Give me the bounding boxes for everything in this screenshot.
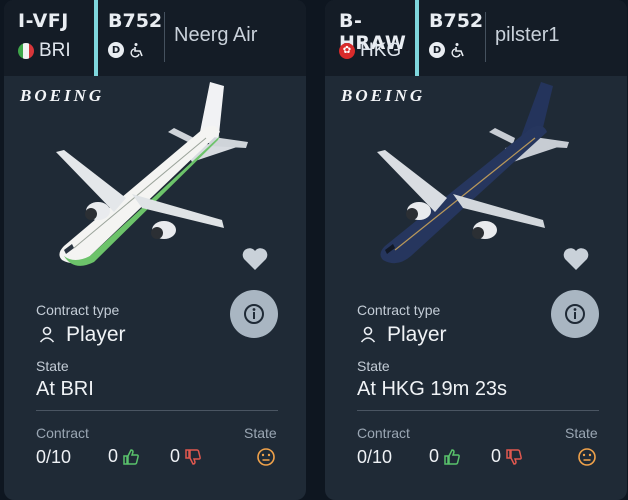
- owner-name[interactable]: Neerg Air: [174, 24, 257, 47]
- base-airport: BRI: [39, 40, 71, 61]
- state-value: At BRI: [36, 378, 94, 400]
- dislikes-counter[interactable]: 0: [491, 446, 523, 467]
- footer-contract-value: 0/10: [357, 447, 393, 467]
- state-label: State: [36, 358, 69, 374]
- base-airport: HKG: [360, 40, 402, 61]
- dislikes-count: 0: [491, 446, 502, 466]
- dislikes-counter[interactable]: 0: [170, 446, 202, 467]
- heart-icon[interactable]: [241, 246, 269, 272]
- dislikes-count: 0: [170, 446, 181, 466]
- aircraft-image: [377, 82, 569, 264]
- feature-icons: D: [108, 42, 146, 58]
- header-divider: [164, 12, 165, 62]
- likes-counter[interactable]: 0: [108, 446, 140, 467]
- hong-kong-flag-icon: ✿: [339, 43, 355, 59]
- thumbs-down-icon: [185, 448, 201, 465]
- header-divider: [485, 12, 486, 62]
- aircraft-type: B752: [429, 10, 484, 32]
- aircraft-card[interactable]: B-HRAW ✿ HKG B752 D pilster1 BOEING Cont…: [325, 0, 627, 500]
- footer-contract-label: Contract: [357, 425, 410, 441]
- italy-flag-icon: [18, 43, 34, 59]
- header-accent-divider: [415, 0, 419, 76]
- info-icon: [565, 304, 585, 324]
- aircraft-type: B752: [108, 10, 163, 32]
- footer-contract-value: 0/10: [36, 447, 72, 467]
- thumbs-down-icon: [506, 448, 522, 465]
- aircraft-image: [56, 82, 248, 266]
- footer-contract-label: Contract: [36, 425, 89, 441]
- aircraft-type-block: B752 D: [108, 0, 168, 76]
- d-badge-icon: D: [429, 42, 445, 58]
- card-header: I-VFJ BRI B752 D Neerg Air: [4, 0, 306, 76]
- contract-type-row: Player: [359, 323, 447, 347]
- wheelchair-icon: [451, 43, 464, 58]
- likes-count: 0: [108, 446, 119, 466]
- footer-state-label: State: [565, 425, 598, 441]
- contract-type-value: Player: [387, 323, 447, 346]
- contract-type-label: Contract type: [357, 302, 441, 318]
- aircraft-type-block: B752 D: [429, 0, 489, 76]
- state-value: At HKG 19m 23s: [357, 378, 508, 400]
- registration: I-VFJ: [18, 10, 69, 32]
- info-button[interactable]: [551, 290, 599, 338]
- footer-state-label: State: [244, 425, 277, 441]
- header-accent-divider: [94, 0, 98, 76]
- thumbs-up-icon: [444, 448, 460, 465]
- contract-type-value: Player: [66, 323, 126, 346]
- neutral-face-icon: [257, 448, 275, 466]
- section-divider: [357, 410, 599, 411]
- contract-type-label: Contract type: [36, 302, 120, 318]
- wheelchair-icon: [130, 43, 143, 58]
- person-icon: [360, 326, 376, 343]
- d-badge-icon: D: [108, 42, 124, 58]
- likes-counter[interactable]: 0: [429, 446, 461, 467]
- section-divider: [36, 410, 278, 411]
- neutral-face-icon: [578, 448, 596, 466]
- feature-icons: D: [429, 42, 467, 58]
- person-icon: [39, 326, 55, 343]
- card-header: B-HRAW ✿ HKG B752 D pilster1: [325, 0, 627, 76]
- contract-type-row: Player: [38, 323, 126, 347]
- airport-row: ✿ HKG: [339, 40, 401, 62]
- heart-icon[interactable]: [562, 246, 590, 272]
- thumbs-up-icon: [123, 448, 139, 465]
- owner-name[interactable]: pilster1: [495, 24, 559, 47]
- likes-count: 0: [429, 446, 440, 466]
- info-button[interactable]: [230, 290, 278, 338]
- aircraft-card[interactable]: I-VFJ BRI B752 D Neerg Air BOEING Contra…: [4, 0, 306, 500]
- info-icon: [244, 304, 264, 324]
- registration-block: B-HRAW ✿ HKG: [325, 0, 415, 76]
- registration-block: I-VFJ BRI: [4, 0, 94, 76]
- state-label: State: [357, 358, 390, 374]
- airport-row: BRI: [18, 40, 71, 62]
